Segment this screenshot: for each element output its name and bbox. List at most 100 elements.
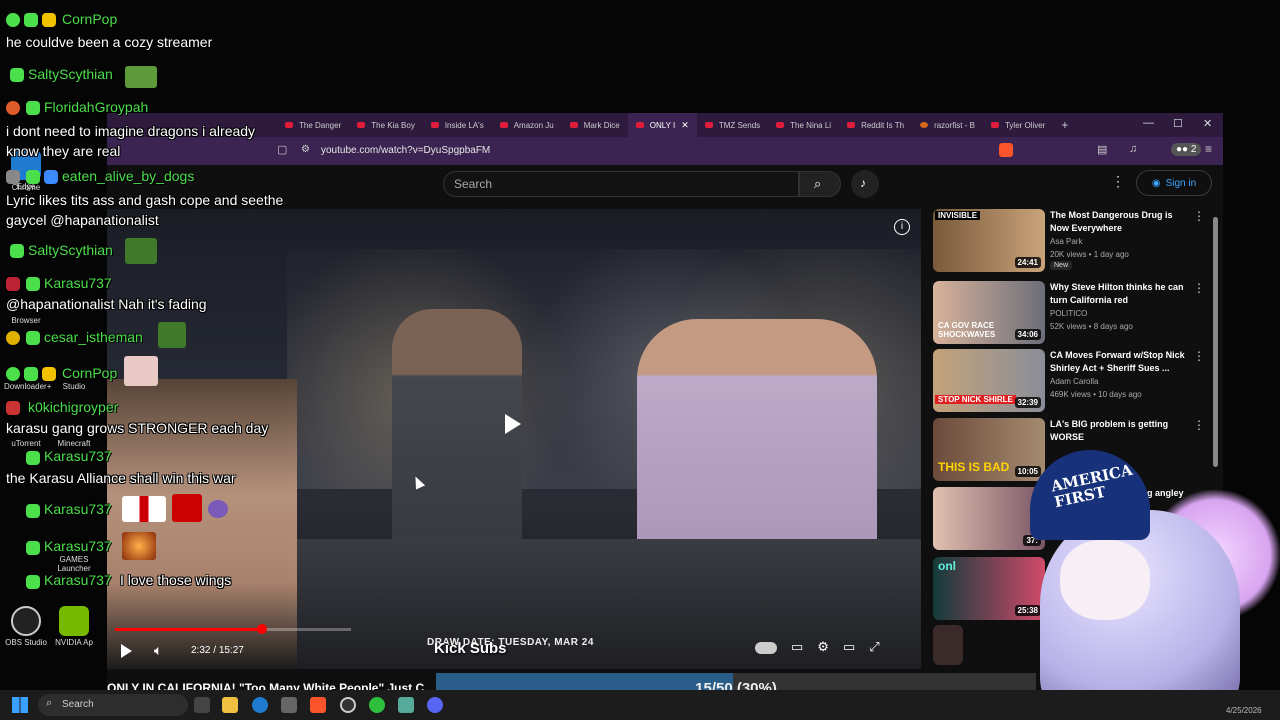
taskbar-search-label: Search xyxy=(62,699,94,710)
file-explorer-icon[interactable] xyxy=(222,697,238,713)
video-meta: 469K views • 10 days ago xyxy=(1050,390,1142,399)
tab-active[interactable]: ONLY I ✕ xyxy=(627,113,697,137)
video-title: CA Moves Forward w/Stop Nick Shirley Act… xyxy=(1050,350,1185,373)
sub-badge-icon xyxy=(26,331,40,345)
mic-button[interactable]: ♪ xyxy=(851,170,879,198)
crown-badge-icon xyxy=(42,13,56,27)
male-anchor xyxy=(392,309,522,569)
channel-name: POLITICO xyxy=(1050,309,1088,318)
close-tab-icon[interactable]: ✕ xyxy=(681,120,689,131)
store-icon[interactable] xyxy=(281,697,297,713)
chat-message: the Karasu Alliance shall win this war xyxy=(6,470,236,486)
tab[interactable]: Tyler Oliver xyxy=(983,113,1053,137)
chat-message: I love those wings xyxy=(120,572,232,588)
desktop-icon-nvidia[interactable]: NVIDIA Ap xyxy=(52,606,96,647)
tab-label: Reddit Is Th xyxy=(861,120,905,130)
more-options-icon[interactable]: ⋮ xyxy=(1193,418,1205,432)
search-icon: ⌕ xyxy=(814,176,822,191)
theater-icon[interactable]: ▭ xyxy=(843,639,855,655)
female-anchor xyxy=(637,319,877,569)
captions-icon[interactable]: ▭ xyxy=(791,639,803,655)
app-icon[interactable] xyxy=(398,697,414,713)
menu-icon[interactable]: ≡ xyxy=(1205,142,1212,156)
tab[interactable]: Inside LA's xyxy=(423,113,492,137)
sidebar-icon[interactable]: ▤ xyxy=(1097,143,1107,156)
pepe-emote-icon xyxy=(125,238,157,264)
taskbar-date: 4/25/2026 xyxy=(1226,706,1262,715)
video-thumbnail: CA GOV RACE SHOCKWAVES 34:06 xyxy=(933,281,1045,344)
tab[interactable]: The Nina Li xyxy=(768,113,839,137)
chat-username: SaltyScythian xyxy=(28,242,113,258)
close-window-icon[interactable]: ✕ xyxy=(1203,117,1212,130)
recommendation-item[interactable]: CA GOV RACE SHOCKWAVES 34:06 Why Steve Hi… xyxy=(933,281,1213,345)
scrubber-handle[interactable] xyxy=(257,624,268,634)
thumbnail-text: CA GOV RACE SHOCKWAVES xyxy=(938,321,996,339)
search-input[interactable]: Search xyxy=(443,171,799,197)
tab[interactable]: TMZ Sends xyxy=(697,113,768,137)
brave-shield-icon[interactable] xyxy=(999,143,1013,157)
tab-label: The Kia Boy xyxy=(371,120,415,130)
tab[interactable]: razorfist - B xyxy=(912,113,983,137)
fullscreen-icon[interactable]: ⤢ xyxy=(869,639,879,655)
media-icon[interactable]: ♫ xyxy=(1129,143,1137,155)
more-options-icon[interactable]: ⋮ xyxy=(1193,349,1205,363)
recommendation-item[interactable]: STOP NICK SHIRLE 32:39 CA Moves Forward w… xyxy=(933,349,1213,413)
settings-icon[interactable]: ⚙ xyxy=(817,639,829,655)
duration-badge: 32:39 xyxy=(1014,397,1041,408)
chat-username: Karasu737 xyxy=(44,538,112,554)
chat-username: CornPop xyxy=(62,365,118,381)
play-button[interactable] xyxy=(121,644,132,658)
new-tab-button[interactable]: + xyxy=(1053,113,1076,137)
search-button[interactable]: ⌕ xyxy=(799,171,841,197)
more-options-icon[interactable]: ⋮ xyxy=(1193,209,1205,223)
pepe-emote-icon xyxy=(125,66,157,88)
chat-message: i dont need to imagine dragons i already… xyxy=(6,123,256,159)
taskbar-search[interactable]: ⌕ Search xyxy=(38,694,188,716)
progress-bar[interactable] xyxy=(115,624,351,634)
stream-chat-overlay: CornPop he couldve been a cozy streamer … xyxy=(0,0,320,600)
info-icon[interactable]: i xyxy=(894,219,910,235)
maximize-icon[interactable]: ☐ xyxy=(1173,117,1183,130)
edge-icon[interactable] xyxy=(252,697,268,713)
scrollbar-thumb[interactable] xyxy=(1213,217,1218,467)
timecode: 2:32 / 15:27 xyxy=(191,645,244,656)
more-options-icon[interactable]: ⋮ xyxy=(1111,173,1125,190)
video-thumbnail: STOP NICK SHIRLE 32:39 xyxy=(933,349,1045,412)
chat-app-icon[interactable] xyxy=(369,697,385,713)
tab[interactable]: Amazon Ju xyxy=(492,113,562,137)
time-current: 2:32 xyxy=(191,645,211,656)
badge-icon xyxy=(6,277,20,291)
sub-badge-icon xyxy=(24,367,38,381)
youtube-icon xyxy=(357,122,366,128)
discord-icon[interactable] xyxy=(427,697,443,713)
tab[interactable]: Mark Dice xyxy=(562,113,628,137)
recommendation-item[interactable]: INVISIBLE 24:41 The Most Dangerous Drug i… xyxy=(933,209,1213,273)
video-title: Why Steve Hilton thinks he can turn Cali… xyxy=(1050,282,1184,305)
play-icon[interactable] xyxy=(505,414,521,434)
progress-fill xyxy=(115,628,263,631)
explosion-emote-icon xyxy=(122,532,156,560)
extensions-badge[interactable]: ●● 2 xyxy=(1171,143,1202,156)
obs-icon[interactable] xyxy=(340,697,356,713)
youtube-icon xyxy=(430,122,439,128)
tab[interactable]: The Kia Boy xyxy=(349,113,423,137)
video-thumbnail: INVISIBLE 24:41 xyxy=(933,209,1045,272)
url-text[interactable]: youtube.com/watch?v=DyuSpgpbaFM xyxy=(321,145,490,156)
autoplay-toggle[interactable] xyxy=(755,642,777,654)
cat-emote-icon xyxy=(124,356,158,386)
tab[interactable]: Reddit Is Th xyxy=(839,113,912,137)
desktop-icon-obs[interactable]: OBS Studio xyxy=(4,606,48,647)
tab-label: Mark Dice xyxy=(583,120,620,130)
brave-icon[interactable] xyxy=(310,697,326,713)
windows-start-icon[interactable] xyxy=(12,697,28,713)
bird-emote-icon xyxy=(208,500,228,518)
minimize-icon[interactable]: — xyxy=(1143,117,1154,129)
volume-icon[interactable]: 🔈︎ xyxy=(154,642,162,659)
more-options-icon[interactable]: ⋮ xyxy=(1193,281,1205,295)
chat-username: SaltyScythian xyxy=(28,66,113,82)
task-view-icon[interactable] xyxy=(194,697,210,713)
tab-label: Tyler Oliver xyxy=(1004,120,1046,130)
channel-name: Asa Park xyxy=(1050,237,1083,246)
sign-in-button[interactable]: ◉ Sign in xyxy=(1136,170,1212,196)
chat-message: Lyric likes tits ass and gash cope and s… xyxy=(6,192,284,228)
